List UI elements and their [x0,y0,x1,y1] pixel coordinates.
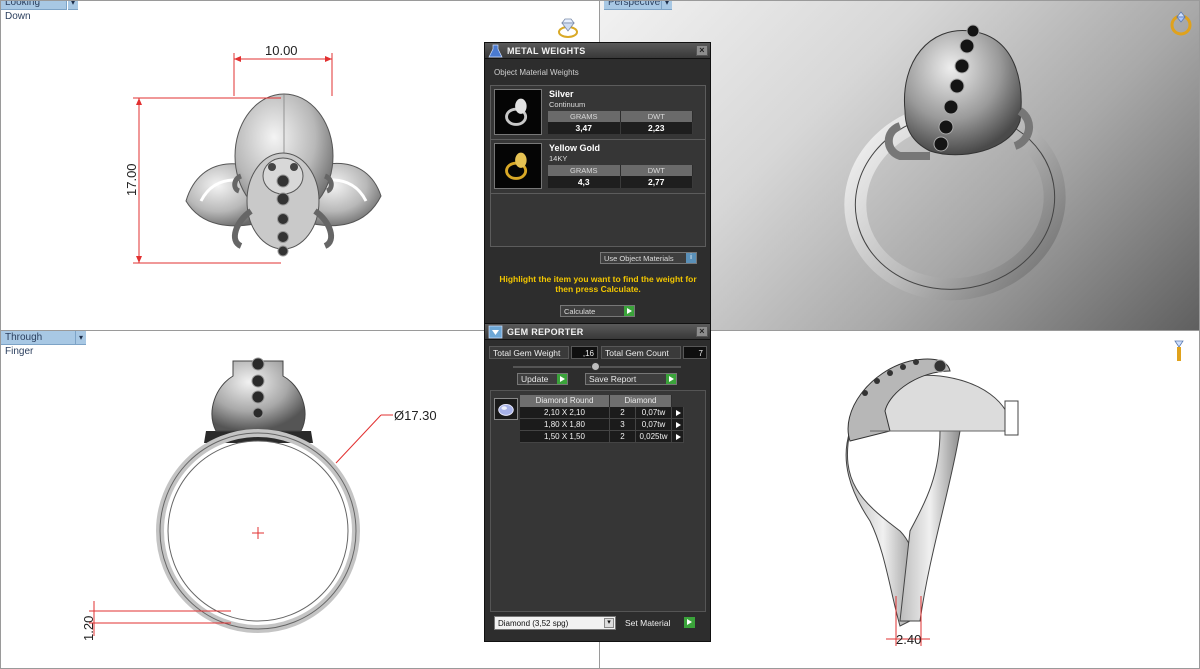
use-object-materials-dropdown[interactable]: Use Object Materials i [600,252,697,264]
gem-report-table: Diamond Round Diamond 2,10 X 2,10 2 0,07… [520,395,688,443]
dwt-header: DWT [620,165,693,176]
table-row[interactable]: 1,80 X 1,80 3 0,07tw [520,419,688,431]
gem-count: 2 [610,431,636,443]
total-gem-weight-value: ,16 [571,346,598,359]
grams-value: 3,47 [548,122,621,134]
metal-weight-table-silver: GRAMS DWT 3,47 2,23 [548,111,693,134]
metal-alloy-silver: Continuum [549,100,586,109]
update-button[interactable]: Update [517,373,568,385]
silver-ring-thumbnail-icon [494,89,542,135]
gem-col-material: Diamond [610,395,672,407]
metal-name-yellow-gold: Yellow Gold [549,143,601,153]
save-report-label: Save Report [589,374,637,384]
gem-count: 3 [610,419,636,431]
gem-size: 1,50 X 1,50 [520,431,610,443]
gem-reporter-titlebar[interactable]: GEM REPORTER × [485,324,710,340]
cad-workspace: Looking Down ▾ 10.00 17.00 Perspective ▾… [0,0,1200,669]
metal-weights-list[interactable]: Silver Continuum GRAMS DWT 3,47 2,23 Yello… [490,85,706,247]
metal-weight-table-yellow-gold: GRAMS DWT 4,3 2,77 [548,165,693,188]
gem-count: 2 [610,407,636,419]
dwt-value: 2,23 [620,122,693,134]
metal-weights-subtitle: Object Material Weights [494,68,579,77]
total-gem-weight-label: Total Gem Weight [489,346,569,359]
dwt-header: DWT [620,111,693,122]
gem-reporter-title: GEM REPORTER [507,327,584,337]
gem-weight: 0,07tw [636,419,672,431]
play-arrow-icon [666,374,676,384]
gold-ring-thumbnail-icon [494,143,542,189]
row-select-arrow-icon[interactable] [672,407,684,419]
row-select-arrow-icon[interactable] [672,419,684,431]
gem-col-shape: Diamond Round [520,395,610,407]
play-arrow-icon [557,374,567,384]
dwt-value: 2,77 [620,176,693,188]
dim-shank-width: 2.40 [896,632,921,647]
metal-alloy-yellow-gold: 14KY [549,154,568,163]
gem-weight: 0,025tw [636,431,672,443]
table-row[interactable]: 2,10 X 2,10 2 0,07tw [520,407,688,419]
set-material-button[interactable]: Set Material [625,618,670,628]
use-object-materials-label: Use Object Materials [604,254,674,263]
gem-reporter-panel[interactable]: GEM REPORTER × Total Gem Weight ,16 Tota… [484,323,711,642]
gem-slider-handle[interactable] [591,362,600,371]
total-gem-count-value: 7 [683,346,707,359]
metal-weights-flask-icon [488,44,503,58]
grams-header: GRAMS [548,165,621,176]
gem-material-select[interactable]: Diamond (3,52 spg) ▾ [494,616,616,630]
save-report-button[interactable]: Save Report [585,373,677,385]
metal-weights-title: METAL WEIGHTS [507,46,586,56]
gem-report-list[interactable]: Diamond Round Diamond 2,10 X 2,10 2 0,07… [490,390,706,612]
metal-name-silver: Silver [549,89,574,99]
set-material-arrow-icon[interactable] [684,617,695,628]
dim-width-top: 10.00 [265,43,298,58]
calculate-button[interactable]: Calculate [560,305,635,317]
update-label: Update [521,374,549,384]
metal-item-silver[interactable]: Silver Continuum GRAMS DWT 3,47 2,23 [491,86,705,140]
gem-size: 1,80 X 1,80 [520,419,610,431]
metal-weights-titlebar[interactable]: METAL WEIGHTS × [485,43,710,59]
gem-weight: 0,07tw [636,407,672,419]
grams-value: 4,3 [548,176,621,188]
gem-material-value: Diamond (3,52 spg) [498,619,569,628]
dim-height-left: 17.00 [124,163,139,196]
total-gem-count-label: Total Gem Count [601,346,681,359]
metal-weights-panel[interactable]: METAL WEIGHTS × Object Material Weights … [484,42,711,324]
calculate-label: Calculate [564,307,596,316]
gem-reporter-close-button[interactable]: × [696,326,708,337]
row-select-arrow-icon[interactable] [672,431,684,443]
dim-band-thickness: 1.20 [81,616,96,641]
info-icon[interactable]: i [686,253,696,263]
play-arrow-icon [624,306,634,316]
metal-weights-close-button[interactable]: × [696,45,708,56]
table-row[interactable]: 1,50 X 1,50 2 0,025tw [520,431,688,443]
grams-header: GRAMS [548,111,621,122]
chevron-down-icon[interactable]: ▾ [604,618,614,628]
metal-item-yellow-gold[interactable]: Yellow Gold 14KY GRAMS DWT 4,3 2,77 [491,140,705,194]
diamond-round-thumbnail-icon [494,398,518,420]
dim-ring-diameter: Ø17.30 [394,408,437,423]
gem-size: 2,10 X 2,10 [520,407,610,419]
metal-weights-help-text: Highlight the item you want to find the … [499,274,697,294]
gem-reporter-icon [488,325,503,339]
